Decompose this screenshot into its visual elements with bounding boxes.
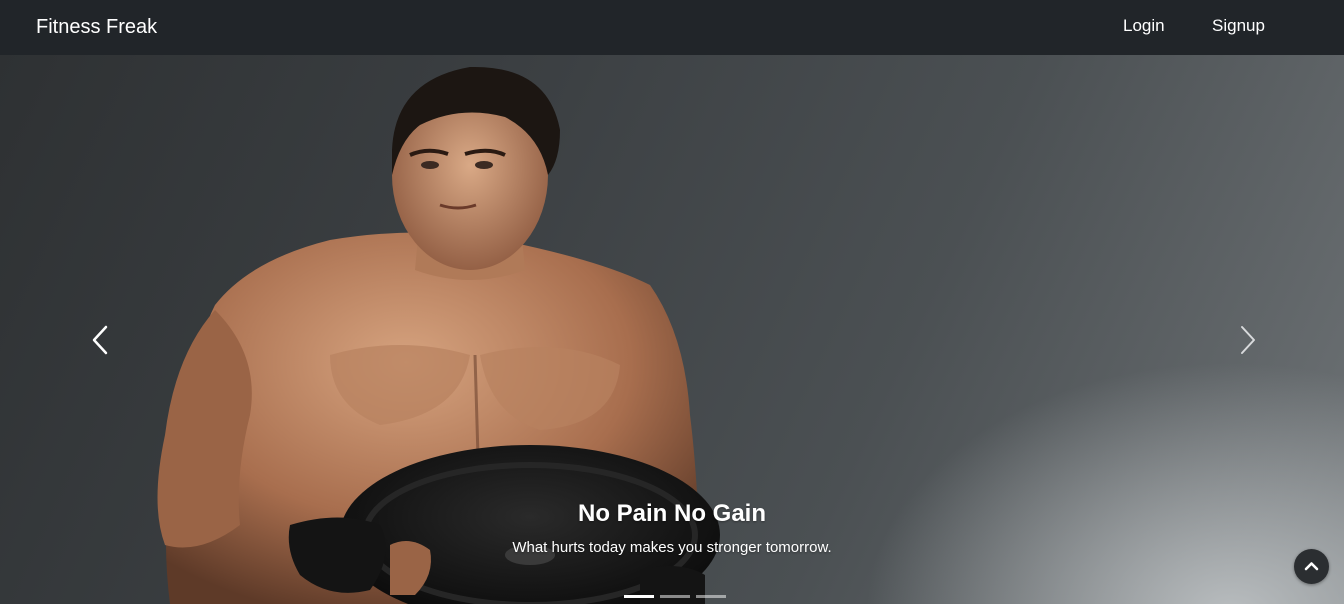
chevron-left-icon — [92, 325, 108, 355]
chevron-up-icon — [1304, 562, 1319, 571]
login-link[interactable]: Login — [1123, 14, 1165, 38]
hero-carousel: No Pain No Gain What hurts today makes y… — [0, 55, 1344, 604]
back-to-top-button[interactable] — [1294, 549, 1329, 584]
chevron-right-icon — [1241, 326, 1255, 354]
signup-link[interactable]: Signup — [1212, 14, 1265, 38]
indicator-1[interactable] — [624, 595, 654, 598]
brand-link[interactable]: Fitness Freak — [36, 14, 157, 40]
carousel-indicators — [624, 595, 734, 599]
carousel-prev-button[interactable] — [82, 315, 122, 365]
indicator-2[interactable] — [660, 595, 690, 598]
carousel-next-button[interactable] — [1227, 315, 1267, 365]
caption-text: What hurts today makes you stronger tomo… — [512, 539, 832, 556]
indicator-3[interactable] — [696, 595, 726, 598]
carousel-caption: No Pain No Gain What hurts today makes y… — [372, 499, 972, 558]
navbar: Fitness Freak Login Signup — [0, 0, 1344, 55]
caption-title: No Pain No Gain — [577, 500, 766, 527]
